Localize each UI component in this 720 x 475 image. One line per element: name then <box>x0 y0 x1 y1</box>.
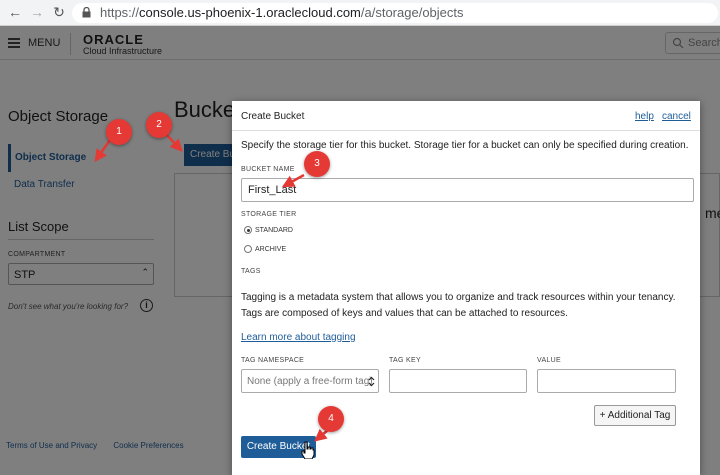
tag-namespace-label: TAG NAMESPACE <box>241 357 305 364</box>
reload-icon[interactable]: ↻ <box>50 3 68 21</box>
dialog-intro: Specify the storage tier for this bucket… <box>241 140 689 151</box>
bucket-name-input[interactable]: First_Last <box>241 178 694 202</box>
tags-description: Tagging is a metadata system that allows… <box>241 292 676 319</box>
value-label: VALUE <box>537 357 561 364</box>
hand-cursor-icon <box>301 441 315 459</box>
tier-option-standard[interactable]: STANDARD <box>244 226 293 234</box>
callout-badge-2: 2 <box>146 112 172 138</box>
callout-badge-4: 4 <box>318 406 344 432</box>
lock-icon <box>82 7 91 18</box>
cancel-link[interactable]: cancel <box>662 111 691 122</box>
bucket-name-label: BUCKET NAME <box>241 166 295 173</box>
callout-badge-1: 1 <box>106 119 132 145</box>
tags-label: TAGS <box>241 268 261 275</box>
dialog-header: Create Bucket help cancel <box>232 101 700 131</box>
tag-namespace-select[interactable]: None (apply a free-form tag) <box>241 369 379 393</box>
help-link[interactable]: help <box>635 111 654 122</box>
back-arrow-icon[interactable]: ← <box>6 3 24 21</box>
learn-more-link[interactable]: Learn more about tagging <box>241 332 356 343</box>
radio-selected-icon[interactable] <box>244 226 252 234</box>
dialog-title: Create Bucket <box>241 111 305 122</box>
callout-badge-3: 3 <box>304 151 330 177</box>
storage-tier-label: STORAGE TIER <box>241 211 297 218</box>
browser-toolbar: ← → ↻ https://console.us-phoenix-1.oracl… <box>0 0 720 26</box>
tag-value-input[interactable] <box>537 369 676 393</box>
create-bucket-dialog: Create Bucket help cancel Specify the st… <box>232 101 700 475</box>
radio-unselected-icon[interactable] <box>244 245 252 253</box>
chevron-updown-icon <box>368 376 375 387</box>
tier-option-archive[interactable]: ARCHIVE <box>244 245 286 253</box>
forward-arrow-icon[interactable]: → <box>28 3 46 21</box>
address-bar[interactable]: https://console.us-phoenix-1.oraclecloud… <box>72 3 718 23</box>
url-text: https://console.us-phoenix-1.oraclecloud… <box>100 5 464 20</box>
tag-key-input[interactable] <box>389 369 527 393</box>
additional-tag-button[interactable]: + Additional Tag <box>594 405 676 426</box>
tag-key-label: TAG KEY <box>389 357 421 364</box>
